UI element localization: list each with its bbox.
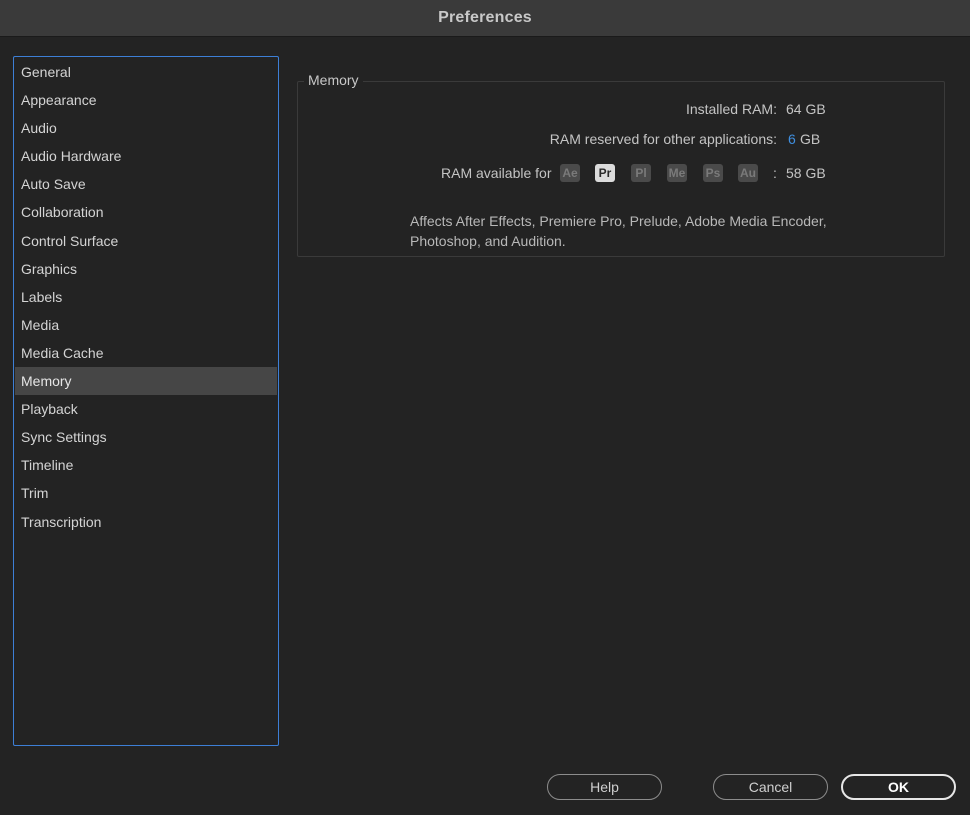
- sidebar-item-memory[interactable]: Memory: [15, 367, 277, 396]
- sidebar-item-media-cache[interactable]: Media Cache: [15, 339, 277, 367]
- affects-note-line-2: Photoshop, and Audition.: [410, 232, 566, 249]
- media-encoder-icon: Me: [667, 164, 687, 182]
- ram-available-value: 58 GB: [786, 165, 826, 181]
- sidebar-item-media[interactable]: Media: [15, 311, 277, 339]
- sidebar-item-audio-hardware[interactable]: Audio Hardware: [15, 142, 277, 170]
- installed-ram-label: Installed RAM:: [685, 101, 777, 117]
- reserved-ram-unit: GB: [800, 131, 821, 147]
- sidebar-item-playback[interactable]: Playback: [15, 395, 277, 423]
- sidebar-item-labels[interactable]: Labels: [15, 283, 277, 311]
- sidebar-item-general[interactable]: General: [15, 58, 277, 86]
- sidebar-item-auto-save[interactable]: Auto Save: [15, 170, 277, 198]
- after-effects-icon: Ae: [560, 164, 580, 182]
- installed-ram-value: 64 GB: [786, 101, 826, 117]
- photoshop-icon: Ps: [703, 164, 723, 182]
- help-button[interactable]: Help: [547, 774, 662, 800]
- preferences-sidebar[interactable]: General Appearance Audio Audio Hardware …: [13, 56, 279, 746]
- sidebar-item-collaboration[interactable]: Collaboration: [15, 198, 277, 226]
- sidebar-item-graphics[interactable]: Graphics: [15, 255, 277, 283]
- reserved-ram-input[interactable]: 6: [788, 131, 796, 147]
- sidebar-item-control-surface[interactable]: Control Surface: [15, 227, 277, 255]
- cancel-button[interactable]: Cancel: [713, 774, 828, 800]
- ram-available-label: RAM available for: [441, 165, 552, 181]
- sidebar-item-timeline[interactable]: Timeline: [15, 451, 277, 479]
- prelude-icon: Pl: [631, 164, 651, 182]
- sidebar-item-sync-settings[interactable]: Sync Settings: [15, 423, 277, 451]
- reserved-ram-label: RAM reserved for other applications:: [549, 131, 777, 147]
- ram-available-colon: :: [773, 165, 777, 181]
- preferences-window: Preferences General Appearance Audio Aud…: [0, 0, 970, 815]
- sidebar-item-trim[interactable]: Trim: [15, 479, 277, 507]
- memory-group-title: Memory: [304, 72, 363, 88]
- audition-icon: Au: [738, 164, 758, 182]
- affects-note-line-1: Affects After Effects, Premiere Pro, Pre…: [410, 213, 827, 229]
- sidebar-item-appearance[interactable]: Appearance: [15, 86, 277, 114]
- window-title: Preferences: [0, 0, 970, 37]
- ok-button[interactable]: OK: [841, 774, 956, 800]
- sidebar-item-transcription[interactable]: Transcription: [15, 508, 277, 536]
- sidebar-item-audio[interactable]: Audio: [15, 114, 277, 142]
- affects-note: Affects After Effects, Premiere Pro, Pre…: [410, 212, 840, 251]
- premiere-pro-icon: Pr: [595, 164, 615, 182]
